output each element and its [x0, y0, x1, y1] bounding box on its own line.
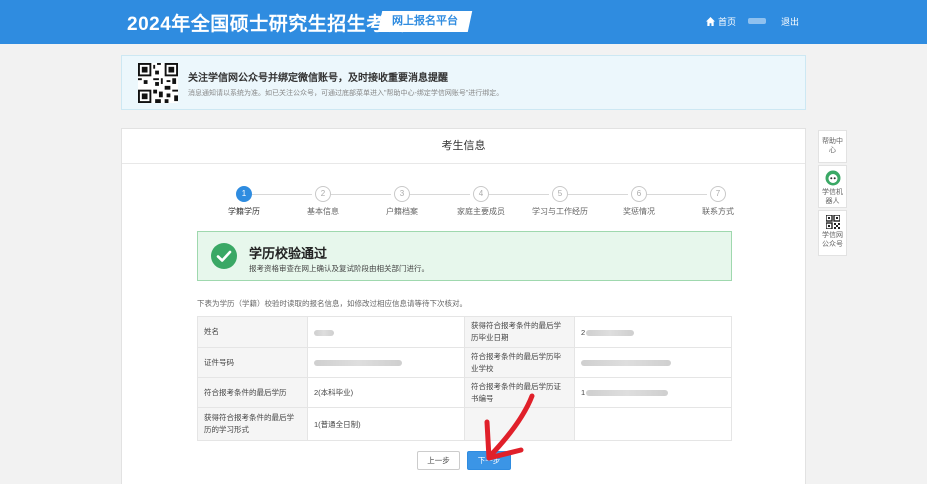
step-number: 4: [473, 186, 489, 202]
robot-icon: [825, 170, 840, 186]
id-number-value-redacted: [307, 347, 465, 378]
step-label: 户籍档案: [386, 207, 418, 216]
step-number: 6: [631, 186, 647, 202]
verification-success-alert: 学历校验通过 报考资格审查在网上确认及复试阶段由相关部门进行。: [197, 231, 732, 281]
table-row: 证件号码 符合报考条件的最后学历毕业学校: [197, 347, 732, 378]
check-circle-icon: [211, 243, 237, 269]
table-hint: 下表为学历（学籍）校验时读取的报名信息，如修改过相应信息请等待下次核对。: [197, 299, 467, 308]
grad-date-value: 2: [574, 316, 732, 348]
table-row: 获得符合报考条件的最后学历的学习形式 1(普通全日制): [197, 407, 732, 441]
success-description: 报考资格审查在网上确认及复试阶段由相关部门进行。: [249, 264, 429, 273]
step-number: 1: [236, 186, 252, 202]
grad-date-label: 获得符合报考条件的最后学历毕业日期: [464, 316, 575, 348]
qr-code-icon: [138, 63, 178, 103]
step-label: 基本信息: [307, 207, 339, 216]
step-number: 7: [710, 186, 726, 202]
step-number: 2: [315, 186, 331, 202]
home-link-label: 首页: [718, 17, 737, 27]
step-4[interactable]: 4 家庭主要成员: [441, 186, 521, 217]
step-label: 家庭主要成员: [457, 207, 505, 216]
name-label: 姓名: [197, 316, 308, 348]
success-title: 学历校验通过: [249, 246, 328, 261]
robot-button[interactable]: 学信机器人: [818, 165, 847, 208]
id-number-label: 证件号码: [197, 347, 308, 378]
wechat-account-label: 学信网公众号: [822, 232, 843, 248]
step-1[interactable]: 1 学籍学历: [204, 186, 284, 217]
step-number: 3: [394, 186, 410, 202]
home-link[interactable]: 首页: [706, 15, 736, 28]
step-progress: 1 学籍学历 2 基本信息 3 户籍档案 4 家庭主要成员 5 学习与工作经历 …: [202, 186, 734, 221]
help-center-button[interactable]: 帮助中心: [818, 130, 847, 163]
cert-number-value: 1: [574, 377, 732, 408]
notice-title: 关注学信网公众号并绑定微信账号，及时接收重要消息提醒: [188, 73, 448, 84]
notice-description: 消息通知请以系统为准。如已关注公众号，可通过底部菜单进入"帮助中心-绑定学信网账…: [188, 90, 504, 97]
top-header: 2024年全国硕士研究生招生考试 网上报名平台 首页 退出: [0, 0, 927, 44]
robot-label: 学信机器人: [822, 189, 843, 205]
step-label: 学籍学历: [228, 207, 260, 216]
home-icon: [706, 17, 715, 26]
wechat-account-button[interactable]: 学信网公众号: [818, 210, 847, 256]
step-5[interactable]: 5 学习与工作经历: [520, 186, 600, 217]
step-6[interactable]: 6 奖惩情况: [599, 186, 679, 217]
name-value-redacted: [307, 316, 465, 348]
table-row: 姓名 获得符合报考条件的最后学历毕业日期 2: [197, 316, 732, 348]
degree-label: 符合报考条件的最后学历: [197, 377, 308, 408]
school-label: 符合报考条件的最后学历毕业学校: [464, 347, 575, 378]
step-number: 5: [552, 186, 568, 202]
annotation-arrow-icon: [484, 393, 535, 461]
school-value-redacted: [574, 347, 732, 378]
table-row: 符合报考条件的最后学历 2(本科毕业) 符合报考条件的最后学历证书编号 1: [197, 377, 732, 408]
wechat-notice-banner: 关注学信网公众号并绑定微信账号，及时接收重要消息提醒 消息通知请以系统为准。如已…: [121, 55, 806, 110]
previous-step-button[interactable]: 上一步: [417, 451, 460, 470]
platform-badge: 网上报名平台: [377, 11, 473, 32]
step-7[interactable]: 7 联系方式: [678, 186, 758, 217]
exam-title: 2024年全国硕士研究生招生考试: [127, 14, 406, 35]
logout-link[interactable]: 退出: [781, 15, 799, 28]
qr-code-icon: [825, 215, 840, 229]
empty-cell: [574, 407, 732, 441]
user-name-redacted[interactable]: [748, 18, 766, 24]
step-2[interactable]: 2 基本信息: [283, 186, 363, 217]
step-label: 奖惩情况: [623, 207, 655, 216]
step-3[interactable]: 3 户籍档案: [362, 186, 442, 217]
step-label: 学习与工作经历: [532, 207, 588, 216]
candidate-info-panel: 考生信息 1 学籍学历 2 基本信息 3 户籍档案 4 家庭主要成员 5 学习与…: [121, 128, 806, 484]
study-form-value: 1(普通全日制): [307, 407, 465, 441]
step-label: 联系方式: [702, 207, 734, 216]
panel-title: 考生信息: [122, 129, 805, 164]
study-form-label: 获得符合报考条件的最后学历的学习形式: [197, 407, 308, 441]
education-info-table: 姓名 获得符合报考条件的最后学历毕业日期 2 证件号码 符合报考条件的最后学历毕…: [197, 316, 732, 441]
degree-value: 2(本科毕业): [307, 377, 465, 408]
